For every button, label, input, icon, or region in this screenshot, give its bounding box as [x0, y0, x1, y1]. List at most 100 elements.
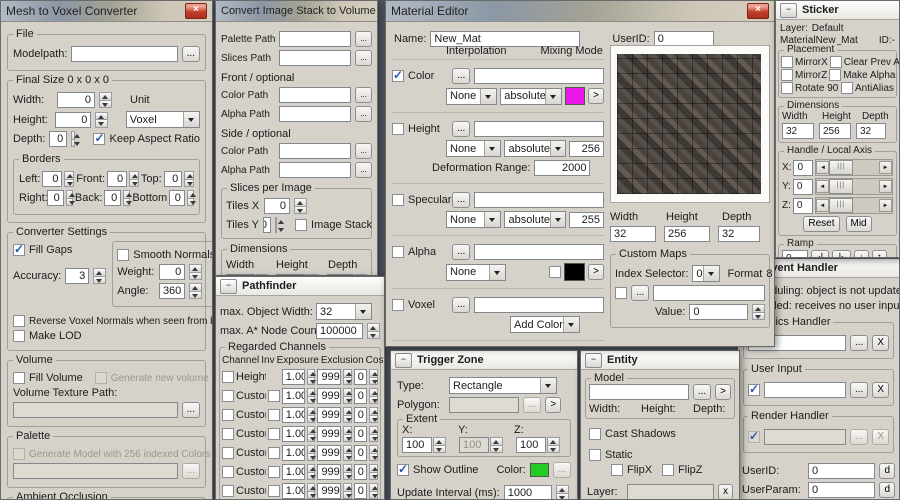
depth-field[interactable]: 32: [856, 123, 886, 139]
spinner[interactable]: [306, 407, 316, 423]
keep-aspect-checkbox[interactable]: [93, 131, 106, 145]
slider-right-icon[interactable]: ►: [879, 180, 892, 193]
slider-right-icon[interactable]: ►: [879, 199, 892, 212]
pathfinder-titlebar[interactable]: − Pathfinder: [216, 277, 384, 296]
color-mixing-dropdown[interactable]: absolute: [500, 87, 563, 105]
exposure-field[interactable]: 1.00: [281, 369, 305, 385]
front-alpha-path-field[interactable]: [279, 106, 352, 122]
alpha-color-swatch[interactable]: [563, 263, 586, 281]
channel-checkbox[interactable]: [222, 447, 234, 459]
mesh-converter-titlebar[interactable]: Mesh to Voxel Converter ×: [1, 1, 212, 22]
back-field[interactable]: 0: [104, 190, 122, 206]
spinner[interactable]: [369, 445, 378, 461]
exclusion-field[interactable]: 9999: [317, 464, 341, 480]
side-color-path-field[interactable]: [279, 143, 352, 159]
specular-checkbox[interactable]: [392, 194, 404, 206]
spinner[interactable]: [343, 426, 352, 442]
alpha-color-checkbox[interactable]: [548, 266, 561, 278]
browse-button[interactable]: ...: [355, 87, 372, 103]
spinner[interactable]: [752, 304, 765, 320]
y-field[interactable]: 0: [792, 178, 813, 195]
clear-button[interactable]: x: [718, 484, 733, 499]
spinner[interactable]: [306, 464, 316, 480]
browse-button[interactable]: ...: [181, 402, 200, 418]
spinner[interactable]: [129, 171, 139, 187]
spinner[interactable]: [343, 483, 352, 499]
x-slider[interactable]: ◄ ||| ►: [815, 159, 893, 176]
deformation-range-field[interactable]: 2000: [534, 160, 591, 176]
spinner[interactable]: [189, 283, 203, 299]
alpha-map-field[interactable]: [474, 244, 604, 260]
spinner[interactable]: [343, 407, 352, 423]
z-slider[interactable]: ◄ ||| ►: [814, 197, 893, 214]
exposure-field[interactable]: 1.00: [281, 483, 305, 499]
browse-button[interactable]: ...: [452, 297, 471, 313]
user-input-checkbox[interactable]: [748, 382, 760, 396]
browse-button[interactable]: ...: [355, 31, 372, 47]
custom-map-field[interactable]: [653, 285, 765, 301]
spinner[interactable]: [93, 268, 107, 284]
costs-field[interactable]: 0: [353, 464, 368, 480]
costs-field[interactable]: 0: [353, 407, 368, 423]
fill-gaps-checkbox[interactable]: [13, 242, 25, 256]
exposure-field[interactable]: 1.00: [281, 426, 305, 442]
index-selector-dropdown[interactable]: 0: [692, 265, 720, 282]
spinner[interactable]: [369, 426, 378, 442]
spinner[interactable]: [306, 483, 316, 499]
show-outline-checkbox[interactable]: [397, 462, 409, 476]
ramp-field[interactable]: 0: [782, 250, 808, 257]
width-field[interactable]: 32: [782, 123, 814, 139]
ramp-down-right-icon[interactable]: ↳: [832, 250, 851, 257]
spinner[interactable]: [64, 171, 75, 187]
collapse-icon[interactable]: −: [395, 352, 412, 368]
accuracy-field[interactable]: 3: [65, 268, 90, 284]
invert-checkbox[interactable]: [267, 409, 280, 421]
left-field[interactable]: 0: [42, 171, 63, 187]
spinner[interactable]: [306, 369, 316, 385]
make-lod-checkbox[interactable]: [13, 330, 25, 342]
alpha-checkbox[interactable]: [392, 246, 404, 258]
collapse-icon[interactable]: −: [220, 278, 237, 294]
spinner[interactable]: [306, 426, 316, 442]
collapse-icon[interactable]: −: [780, 2, 797, 18]
slider-thumb[interactable]: |||: [828, 198, 853, 213]
ramp-down-left-icon[interactable]: ↲: [811, 250, 830, 257]
angle-field[interactable]: 360: [159, 283, 186, 299]
browse-button[interactable]: ...: [181, 46, 200, 62]
spinner[interactable]: [555, 485, 569, 499]
front-field[interactable]: 0: [107, 171, 128, 187]
z-field[interactable]: 0: [792, 197, 813, 214]
update-interval-field[interactable]: 1000: [503, 485, 552, 499]
voxel-checkbox[interactable]: [392, 299, 404, 311]
reset-button[interactable]: Reset: [803, 216, 840, 232]
specular-max-field[interactable]: 255: [569, 211, 604, 228]
costs-field[interactable]: 0: [353, 426, 368, 442]
flipx-checkbox[interactable]: [611, 464, 623, 476]
browse-button[interactable]: ...: [452, 68, 471, 84]
spinner[interactable]: [433, 437, 446, 453]
browse-button[interactable]: ...: [452, 192, 471, 208]
channel-checkbox[interactable]: [222, 390, 234, 402]
costs-field[interactable]: 0: [353, 483, 368, 499]
spinner[interactable]: [369, 464, 378, 480]
spinner[interactable]: [343, 388, 352, 404]
exposure-field[interactable]: 1.00: [281, 464, 305, 480]
image-stack-titlebar[interactable]: Convert Image Stack to Volume Text... ×: [216, 1, 377, 22]
specular-mixing-dropdown[interactable]: absolute: [504, 211, 567, 228]
pick-button[interactable]: >: [545, 397, 562, 413]
right-field[interactable]: 0: [47, 190, 64, 206]
browse-button[interactable]: ...: [355, 162, 372, 178]
expand-button[interactable]: >: [588, 264, 604, 280]
x-field[interactable]: 0: [793, 159, 814, 176]
specular-interpolation-dropdown[interactable]: None: [446, 211, 502, 228]
specular-map-field[interactable]: [474, 192, 604, 208]
exposure-field[interactable]: 1.00: [281, 388, 305, 404]
costs-field[interactable]: 0: [353, 369, 368, 385]
browse-button[interactable]: ...: [452, 121, 471, 137]
spinner[interactable]: [71, 131, 81, 147]
d-button[interactable]: d: [879, 463, 895, 479]
mirrorx-checkbox[interactable]: [781, 56, 793, 68]
height-checkbox[interactable]: [392, 123, 404, 135]
costs-field[interactable]: 0: [353, 445, 368, 461]
spinner[interactable]: [275, 217, 285, 233]
